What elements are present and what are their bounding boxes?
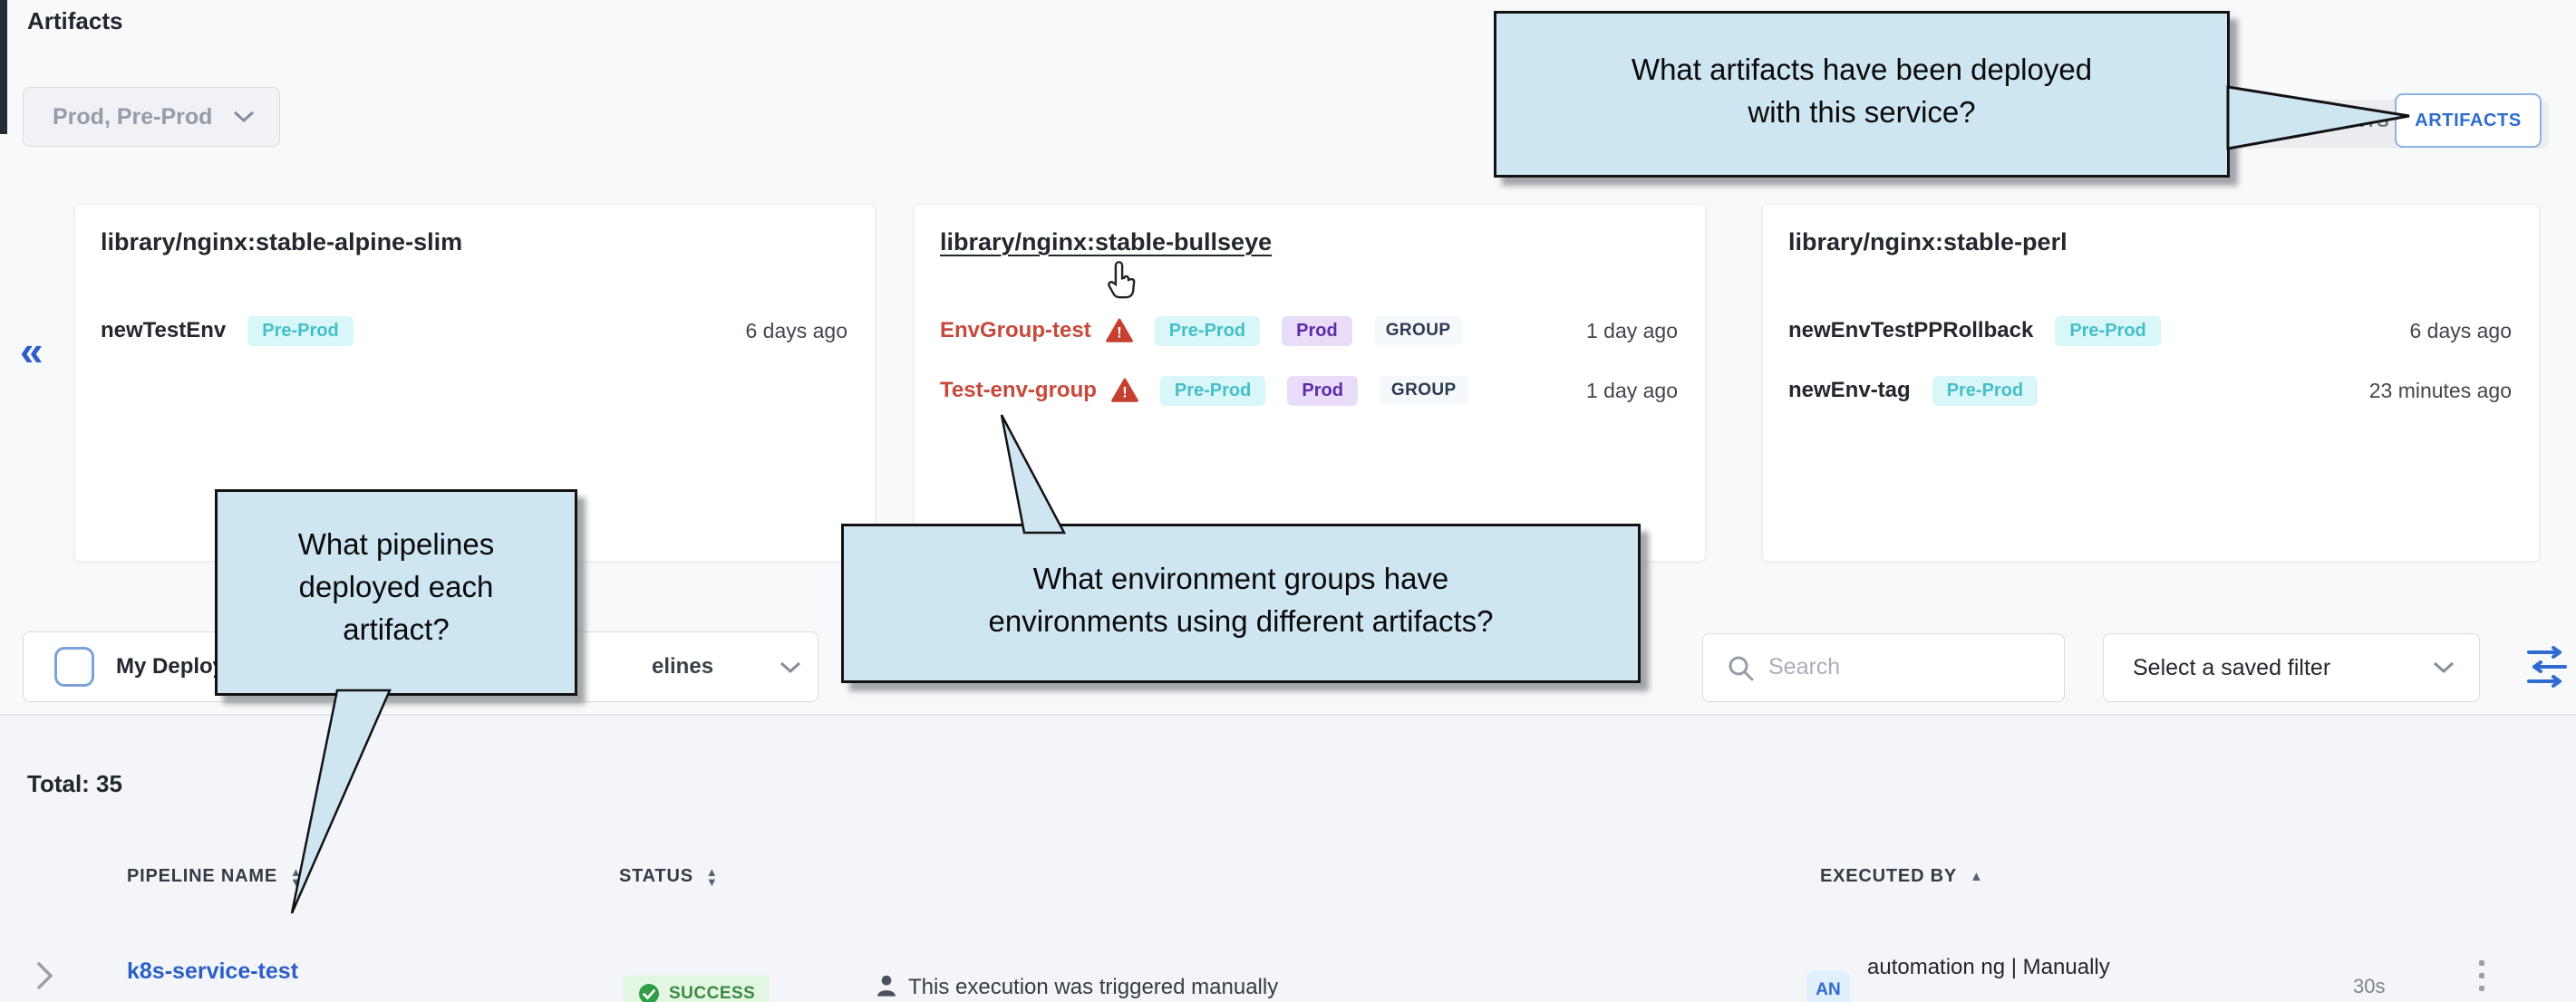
- avatar: AN: [1806, 971, 1850, 1002]
- artifact-card: library/nginx:stable-perl newEnvTestPPRo…: [1762, 204, 2540, 562]
- pipeline-link[interactable]: k8s-service-test: [127, 959, 298, 985]
- page-title: Artifacts: [27, 7, 122, 35]
- environment-group-link[interactable]: Test-env-group: [940, 378, 1097, 403]
- deploy-time: 6 days ago: [2409, 319, 2512, 343]
- artifact-title[interactable]: library/nginx:stable-alpine-slim: [101, 228, 462, 256]
- artifact-title-link[interactable]: library/nginx:stable-bullseye: [940, 228, 1272, 256]
- chevron-down-icon[interactable]: [779, 660, 802, 675]
- environment-row: newEnv-tag Pre-Prod 23 minutes ago: [1788, 371, 2513, 409]
- svg-text:!: !: [1117, 325, 1121, 342]
- status-badge: SUCCESS: [624, 975, 770, 1002]
- total-count: Total: 35: [27, 770, 122, 798]
- environment-name: newEnvTestPPRollback: [1788, 318, 2033, 343]
- environment-row: EnvGroup-test ! Pre-Prod Prod GROUP 1 da…: [940, 312, 1680, 350]
- chevron-down-icon: [232, 110, 256, 124]
- status-label: SUCCESS: [669, 984, 755, 1002]
- trigger-note: This execution was triggered manually: [908, 975, 1278, 1000]
- search-box: [1702, 633, 2065, 702]
- preprod-badge: Pre-Prod: [1932, 376, 2038, 406]
- environment-type-select[interactable]: Prod, Pre-Prod: [23, 87, 280, 147]
- warning-icon: !: [1111, 378, 1138, 403]
- pipelines-select-label[interactable]: elines: [652, 654, 713, 679]
- row-menu-dots[interactable]: [2473, 957, 2491, 1002]
- success-check-icon: [638, 983, 660, 1002]
- preprod-badge: Pre-Prod: [1160, 376, 1265, 406]
- sort-icon: ▲▼: [706, 867, 719, 887]
- column-header-label: STATUS: [619, 866, 693, 887]
- deploy-time: 1 day ago: [1586, 379, 1678, 403]
- environment-row: Test-env-group ! Pre-Prod Prod GROUP 1 d…: [940, 371, 1680, 409]
- environment-row: newEnvTestPPRollback Pre-Prod 6 days ago: [1788, 312, 2513, 350]
- artifacts-screen: Artifacts Prod, Pre-Prod ENVIRONMENTS AR…: [0, 0, 2576, 1002]
- column-header-status[interactable]: STATUS ▲▼: [619, 866, 719, 887]
- preprod-badge: Pre-Prod: [1155, 316, 1260, 346]
- callout-tail: [984, 409, 1084, 538]
- deploy-time: 6 days ago: [745, 319, 847, 343]
- prod-badge: Prod: [1282, 316, 1352, 346]
- chevron-down-icon: [2432, 660, 2455, 675]
- filter-settings-icon[interactable]: [2523, 643, 2571, 692]
- prod-badge: Prod: [1287, 376, 1358, 406]
- callout-tail: [2223, 78, 2417, 158]
- callout-text: What pipelines: [218, 523, 575, 565]
- warning-icon: !: [1106, 318, 1133, 343]
- callout-env-groups: What environment groups have environment…: [841, 524, 1641, 683]
- hand-cursor-icon: [1104, 259, 1142, 303]
- environment-row: newTestEnv Pre-Prod 6 days ago: [101, 312, 849, 350]
- saved-filter-select[interactable]: Select a saved filter: [2103, 633, 2480, 702]
- callout-text: artifact?: [218, 608, 575, 650]
- window-edge-artifact: [0, 0, 7, 134]
- column-header-label: EXECUTED BY: [1820, 866, 1957, 887]
- collapse-panel-button[interactable]: «: [20, 330, 44, 371]
- environment-group-link[interactable]: EnvGroup-test: [940, 318, 1091, 343]
- group-badge: GROUP: [1374, 316, 1463, 345]
- callout-text: What artifacts have been deployed: [1496, 48, 2227, 91]
- environment-name: newTestEnv: [101, 318, 226, 343]
- row-expander-chevron[interactable]: [33, 959, 56, 993]
- my-deployments-checkbox[interactable]: [54, 647, 94, 687]
- executed-by-text: automation ng | Manually: [1867, 955, 2110, 980]
- callout-text: What environment groups have: [844, 557, 1638, 600]
- callout-text: deployed each: [218, 565, 575, 608]
- preprod-badge: Pre-Prod: [2055, 316, 2160, 346]
- group-badge: GROUP: [1380, 376, 1468, 405]
- preprod-badge: Pre-Prod: [247, 316, 353, 346]
- execution-duration: 30s: [2353, 975, 2385, 998]
- search-input[interactable]: [1767, 634, 2048, 699]
- callout-pipelines: What pipelines deployed each artifact?: [215, 489, 577, 696]
- search-icon: [1727, 654, 1756, 683]
- callout-tail: [267, 687, 399, 918]
- saved-filter-placeholder: Select a saved filter: [2133, 655, 2432, 681]
- callout-artifacts: What artifacts have been deployed with t…: [1494, 11, 2230, 178]
- artifact-title[interactable]: library/nginx:stable-perl: [1788, 228, 2068, 256]
- column-header-label: PIPELINE NAME: [127, 866, 277, 887]
- sort-ascending-icon: ▲: [1970, 869, 1984, 884]
- svg-text:!: !: [1122, 385, 1127, 401]
- environment-name: newEnv-tag: [1788, 378, 1911, 403]
- deploy-time: 1 day ago: [1586, 319, 1678, 343]
- environment-type-value: Prod, Pre-Prod: [53, 104, 232, 130]
- callout-text: environments using different artifacts?: [844, 600, 1638, 642]
- deploy-time: 23 minutes ago: [2369, 379, 2512, 403]
- user-icon: [874, 973, 899, 998]
- callout-text: with this service?: [1496, 91, 2227, 133]
- column-header-executed-by[interactable]: EXECUTED BY ▲: [1820, 866, 1984, 887]
